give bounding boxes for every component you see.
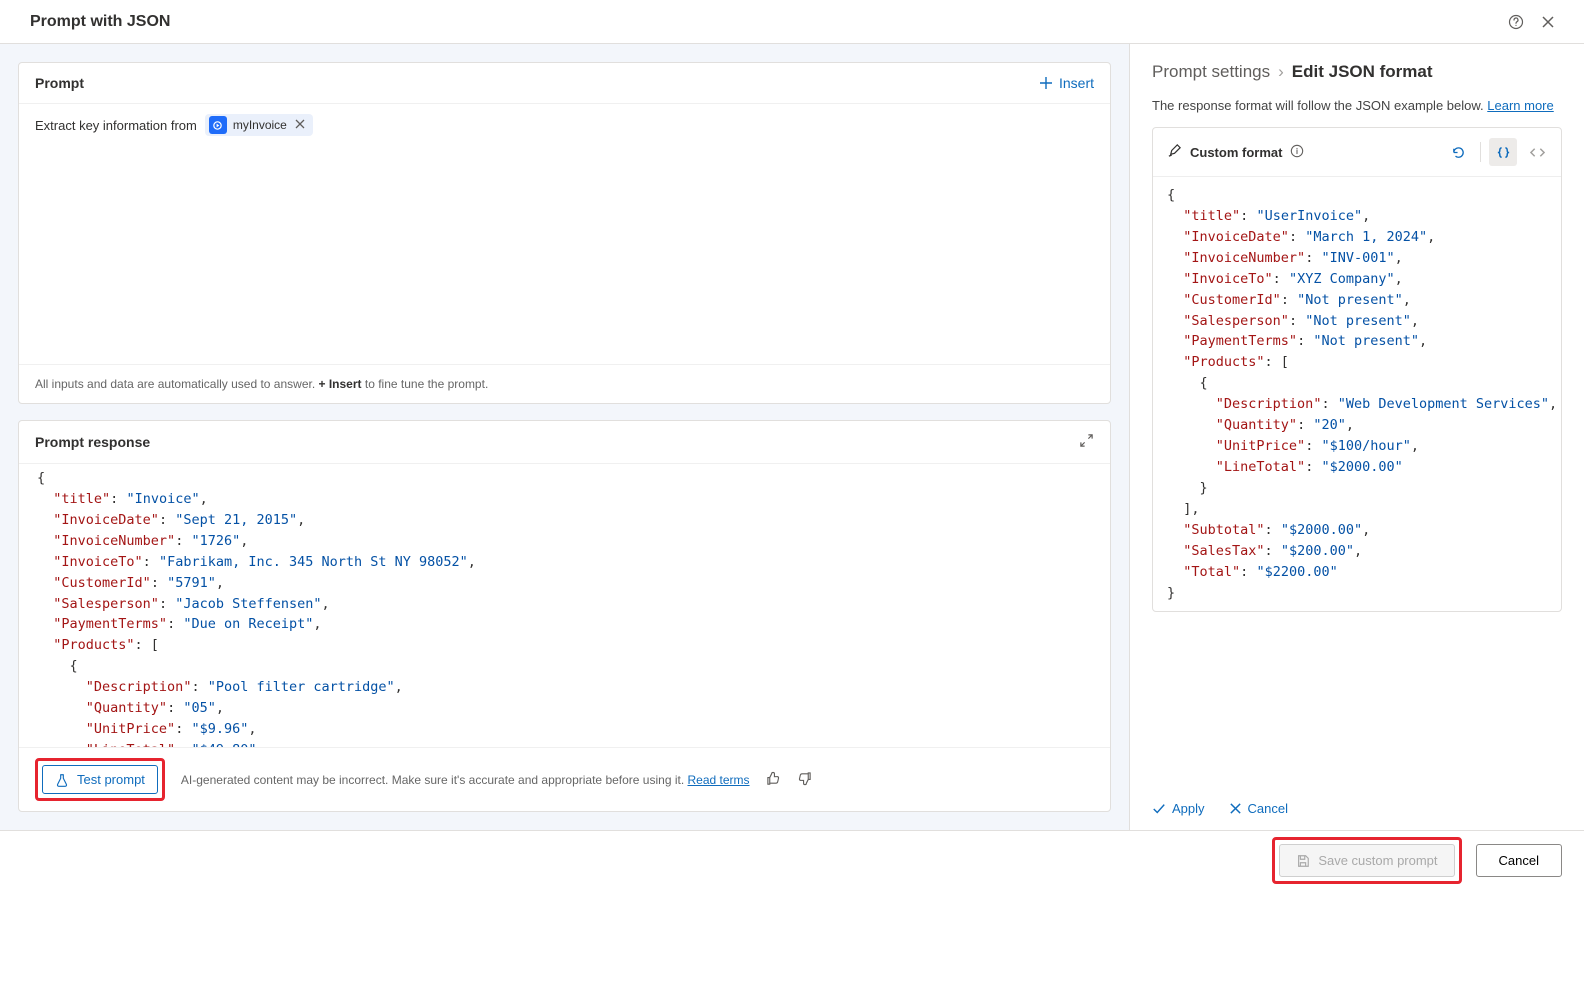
prompt-header: Prompt Insert [19,63,1110,104]
save-highlight: Save custom prompt [1272,837,1461,884]
prompt-footer-a: All inputs and data are automatically us… [35,377,319,391]
breadcrumb: Prompt settings › Edit JSON format [1152,62,1562,82]
settings-actions: Apply Cancel [1130,789,1584,830]
input-chip[interactable]: myInvoice [205,114,313,136]
breadcrumb-root[interactable]: Prompt settings [1152,62,1270,82]
response-card: Prompt response { "title": "Invoice", "I… [18,420,1111,812]
save-custom-prompt-button[interactable]: Save custom prompt [1279,844,1454,877]
thumbs-up-icon[interactable] [766,771,781,789]
insert-button[interactable]: Insert [1039,75,1094,91]
topbar: Prompt with JSON [0,0,1584,44]
main: Prompt Insert Extract key information fr… [0,44,1584,830]
edit-icon [1167,143,1182,161]
page-title: Prompt with JSON [30,13,1500,31]
test-prompt-button[interactable]: Test prompt [42,765,158,794]
response-title: Prompt response [35,434,150,450]
reset-icon[interactable] [1444,138,1472,166]
format-header: Custom format [1153,128,1561,177]
settings-description: The response format will follow the JSON… [1130,88,1584,127]
right-panel: Prompt settings › Edit JSON format The r… [1129,44,1584,830]
chip-remove-icon[interactable] [295,118,305,132]
close-icon[interactable] [1532,6,1564,38]
prompt-footer-b: to fine tune the prompt. [362,377,489,391]
format-title: Custom format [1190,145,1282,160]
breadcrumb-current: Edit JSON format [1292,62,1433,82]
save-icon [1296,854,1310,868]
test-prompt-highlight: Test prompt [35,758,165,801]
cancel-button[interactable]: Cancel [1476,844,1562,877]
read-terms-link[interactable]: Read terms [688,773,750,787]
expand-icon[interactable] [1079,433,1094,451]
prompt-footer: All inputs and data are automatically us… [19,364,1110,403]
x-icon [1229,802,1242,815]
help-icon[interactable] [1500,6,1532,38]
response-header: Prompt response [19,421,1110,463]
json-view-icon[interactable] [1489,138,1517,166]
left-column: Prompt Insert Extract key information fr… [0,44,1129,830]
insert-label: Insert [1059,75,1094,91]
thumbs-down-icon[interactable] [797,771,812,789]
prompt-body[interactable]: Extract key information from myInvoice [19,104,1110,364]
beaker-icon [55,773,69,787]
check-icon [1152,802,1166,816]
format-card: Custom format { "title [1152,127,1562,612]
test-prompt-label: Test prompt [77,772,145,787]
format-json[interactable]: { "title": "UserInvoice", "InvoiceDate":… [1153,177,1561,611]
code-view-icon[interactable] [1523,138,1551,166]
apply-button[interactable]: Apply [1152,801,1205,816]
bottom-bar: Save custom prompt Cancel [0,830,1584,890]
prompt-footer-bold: + Insert [319,377,362,391]
info-icon[interactable] [1290,144,1304,161]
disclaimer-text: AI-generated content may be incorrect. M… [181,773,688,787]
prompt-title: Prompt [35,75,84,91]
chevron-right-icon: › [1278,62,1284,82]
prompt-text: Extract key information from [35,118,197,133]
right-header: Prompt settings › Edit JSON format [1130,44,1584,88]
learn-more-link[interactable]: Learn more [1487,98,1553,113]
plus-icon [1039,76,1053,90]
input-chip-icon [209,116,227,134]
response-footer: Test prompt AI-generated content may be … [19,747,1110,811]
cancel-settings-button[interactable]: Cancel [1229,801,1288,816]
input-chip-label: myInvoice [233,118,287,132]
prompt-card: Prompt Insert Extract key information fr… [18,62,1111,404]
response-json[interactable]: { "title": "Invoice", "InvoiceDate": "Se… [19,463,1110,747]
